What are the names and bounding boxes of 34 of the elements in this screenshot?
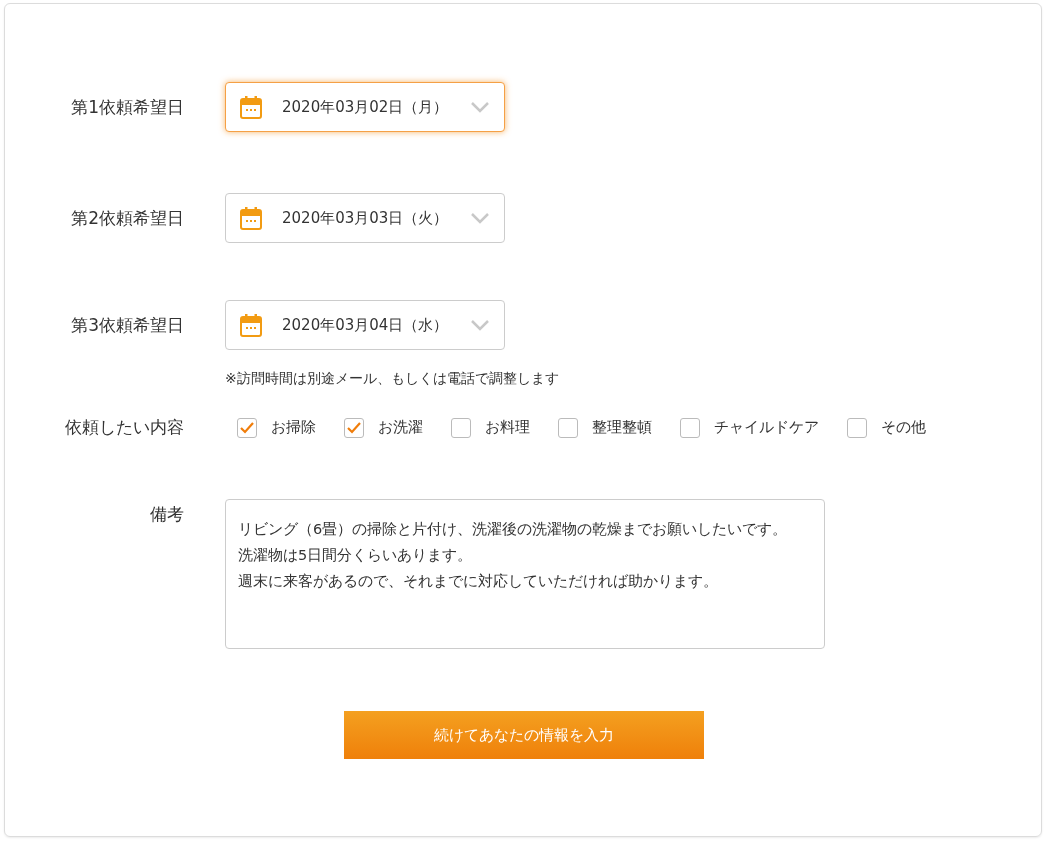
field-label: 依頼したい内容: [64, 416, 184, 439]
field-label: 第1依頼希望日: [70, 95, 184, 119]
calendar-icon: [240, 313, 262, 337]
note-text: ※訪問時間は別途メール、もしくは電話で調整します: [225, 370, 560, 388]
checkbox-label: 整理整頓: [592, 418, 652, 437]
date-value: 2020年03月02日（月）: [282, 97, 450, 117]
checkbox[interactable]: [451, 417, 471, 438]
checkbox[interactable]: [558, 417, 578, 438]
remarks-line: リビング（6畳）の掃除と片付け、洗濯後の洗濯物の乾燥までお願いしたいです。: [238, 521, 788, 537]
chevron-down-icon: [470, 212, 490, 224]
field-label: 第2依頼希望日: [70, 206, 184, 230]
chevron-down-icon: [470, 101, 490, 113]
calendar-icon: [240, 206, 262, 230]
date-select[interactable]: 2020年03月03日（火）: [225, 193, 505, 243]
checkbox-label: お掃除: [271, 418, 316, 437]
field-label: 備考: [149, 503, 184, 526]
date-select[interactable]: 2020年03月04日（水）: [225, 300, 505, 350]
checkbox-label: お料理: [485, 418, 530, 437]
checkbox-label: お洗濯: [378, 418, 423, 437]
date-select[interactable]: 2020年03月02日（月）: [225, 82, 505, 132]
date-value: 2020年03月04日（水）: [282, 315, 450, 335]
remarks-line: 週末に来客があるので、それまでに対応していただければ助かります。: [238, 573, 718, 589]
field-label: 第3依頼希望日: [70, 313, 184, 337]
date-value: 2020年03月03日（火）: [282, 208, 450, 228]
checkbox[interactable]: [237, 417, 257, 438]
remarks-textarea[interactable]: リビング（6畳）の掃除と片付け、洗濯後の洗濯物の乾燥までお願いしたいです。 洗濯物は5日間分くらいあります。 週末に来客があるので、それまでに対応していただければ助かります。: [225, 499, 825, 649]
checkbox[interactable]: [847, 417, 867, 438]
checkbox[interactable]: [680, 417, 700, 438]
chevron-down-icon: [470, 319, 490, 331]
remarks-line: 洗濯物は5日間分くらいあります。: [238, 547, 473, 563]
checkbox[interactable]: [344, 417, 364, 438]
checkbox-label: チャイルドケア: [714, 418, 819, 437]
checkbox-label: その他: [881, 418, 926, 437]
calendar-icon: [240, 95, 262, 119]
